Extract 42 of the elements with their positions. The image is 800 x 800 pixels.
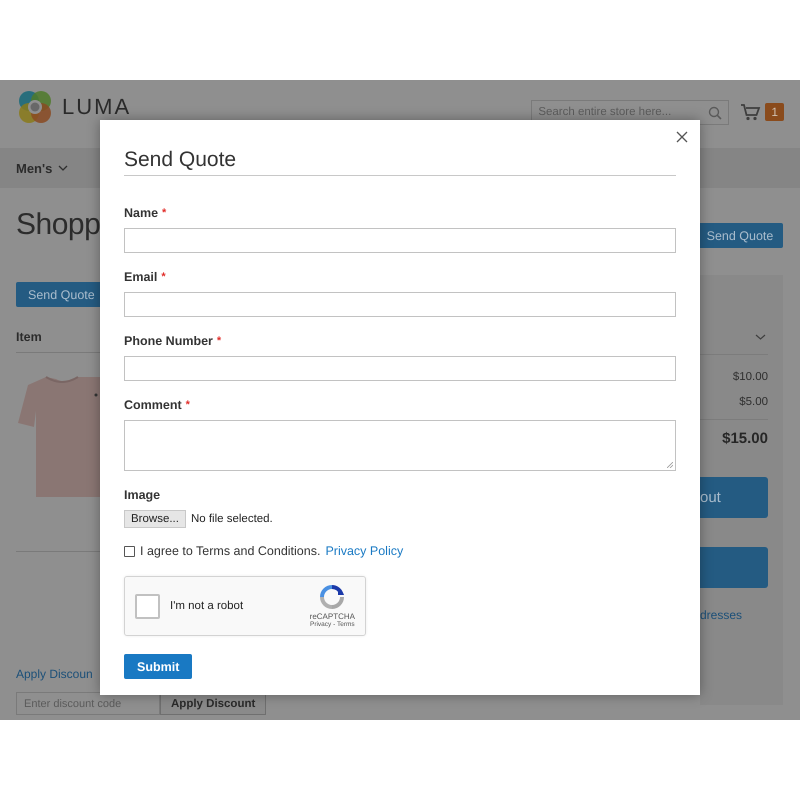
resize-grip-icon[interactable]	[667, 462, 673, 468]
cart-icon[interactable]	[741, 103, 762, 121]
input-field[interactable]	[124, 356, 676, 381]
close-icon[interactable]	[676, 131, 688, 143]
checkbox[interactable]	[135, 594, 160, 618]
addresses-link[interactable]: dresses	[700, 608, 768, 622]
field-label: Comment	[124, 397, 182, 413]
input-field[interactable]	[124, 228, 676, 253]
column-header: Item	[16, 330, 42, 344]
checkbox[interactable]	[124, 546, 135, 556]
captcha-brand-text: reCAPTCHA	[310, 612, 355, 621]
captcha-label: I'm not a robot	[170, 600, 244, 612]
checkout-button[interactable]: out	[700, 477, 768, 518]
logo-text[interactable]: LUMA	[62, 94, 132, 120]
field-label: Name	[124, 205, 158, 221]
cart-count-badge: 1	[765, 103, 784, 121]
submit-button[interactable]: Submit	[124, 654, 192, 679]
input-field[interactable]	[124, 292, 676, 317]
logo-icon	[16, 88, 54, 126]
field-label: Email	[124, 269, 158, 285]
privacy-policy-link[interactable]: Privacy Policy	[325, 543, 404, 559]
browse-button[interactable]: Browse...	[124, 510, 186, 528]
comment-field[interactable]	[124, 420, 676, 471]
required-mark: *	[161, 270, 166, 285]
required-mark: *	[162, 206, 166, 221]
amount-text: $5.00	[738, 395, 768, 410]
dialog-title: Send Quote	[124, 145, 676, 176]
field-label: Image	[124, 487, 160, 503]
search-icon	[708, 106, 722, 120]
chevron-down-icon	[58, 165, 68, 171]
order-total-text: $15.00	[721, 430, 768, 447]
required-mark: *	[186, 398, 190, 413]
chevron-down-icon[interactable]	[755, 334, 766, 340]
recaptcha-logo-icon	[319, 584, 346, 610]
field-label: Phone Number	[124, 333, 213, 349]
multiple-addresses-button[interactable]	[700, 547, 768, 588]
nav-menu-item[interactable]: Men's	[16, 160, 52, 176]
amount-text: $10.00	[732, 370, 768, 385]
terms-text: I agree to Terms and Conditions.	[140, 543, 320, 559]
file-status-text: No file selected.	[190, 513, 273, 525]
required-mark: *	[216, 334, 222, 349]
send-quote-button[interactable]: Send Quote	[697, 223, 783, 248]
